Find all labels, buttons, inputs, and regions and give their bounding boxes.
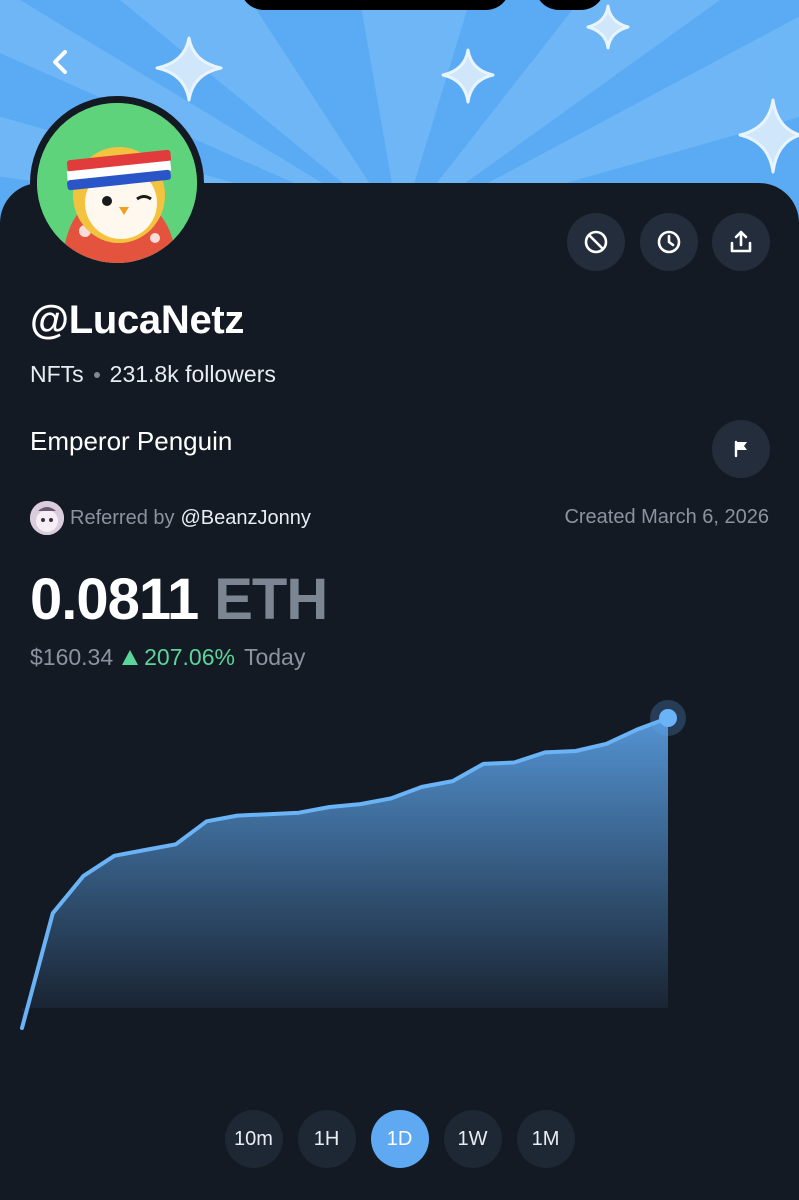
report-button[interactable] (712, 420, 770, 478)
referral-row: Referred by @BeanzJonny (30, 501, 311, 535)
price-usd: $160.34 (30, 644, 114, 670)
display-name: Emperor Penguin (30, 426, 233, 456)
referrer-avatar[interactable] (30, 501, 64, 535)
price-value: 0.0811 (30, 567, 199, 632)
triangle-up-icon (122, 650, 139, 665)
flag-icon (734, 440, 747, 458)
block-icon (584, 230, 608, 254)
share-icon (730, 230, 752, 253)
followers-count[interactable]: 231.8k followers (110, 361, 276, 388)
separator-dot (93, 371, 100, 378)
range-button-1d[interactable]: 1D (370, 1110, 429, 1168)
price-change-percent: 207.06% (144, 644, 235, 670)
price-display: 0.0811 ETH (30, 566, 328, 633)
share-button[interactable] (712, 213, 770, 271)
penguin-avatar-image (37, 103, 197, 263)
username: @LucaNetz (30, 298, 245, 342)
category-label: NFTs (30, 361, 84, 387)
chevron-left-icon (53, 50, 67, 74)
range-button-1h[interactable]: 1H (297, 1110, 356, 1168)
price-unit: ETH (214, 567, 328, 632)
chart-endpoint-marker (659, 709, 677, 727)
referral-label: Referred by (70, 506, 175, 529)
profile-meta: NFTs 231.8k followers (30, 361, 276, 388)
profile-avatar (30, 96, 204, 270)
price-change-period: Today (243, 644, 306, 670)
history-button[interactable] (640, 213, 698, 271)
price-change-row: $160.34 207.06% Today (30, 644, 305, 671)
price-change: 207.06% (122, 644, 235, 671)
price-chart[interactable] (0, 690, 799, 1050)
referrer-avatar-image (30, 501, 64, 535)
created-date: Created March 6, 2026 (564, 506, 769, 528)
chart-area-fill (22, 718, 668, 1028)
range-button-10m[interactable]: 10m (224, 1110, 283, 1168)
back-button[interactable] (38, 40, 82, 84)
block-button[interactable] (567, 213, 625, 271)
clock-icon (657, 230, 681, 254)
range-button-1m[interactable]: 1M (516, 1110, 575, 1168)
range-button-1w[interactable]: 1W (443, 1110, 502, 1168)
referrer-username-link[interactable]: @BeanzJonny (181, 507, 311, 530)
time-range-selector: 10m 1H 1D 1W 1M (0, 1110, 799, 1168)
device-notch (240, 0, 510, 10)
